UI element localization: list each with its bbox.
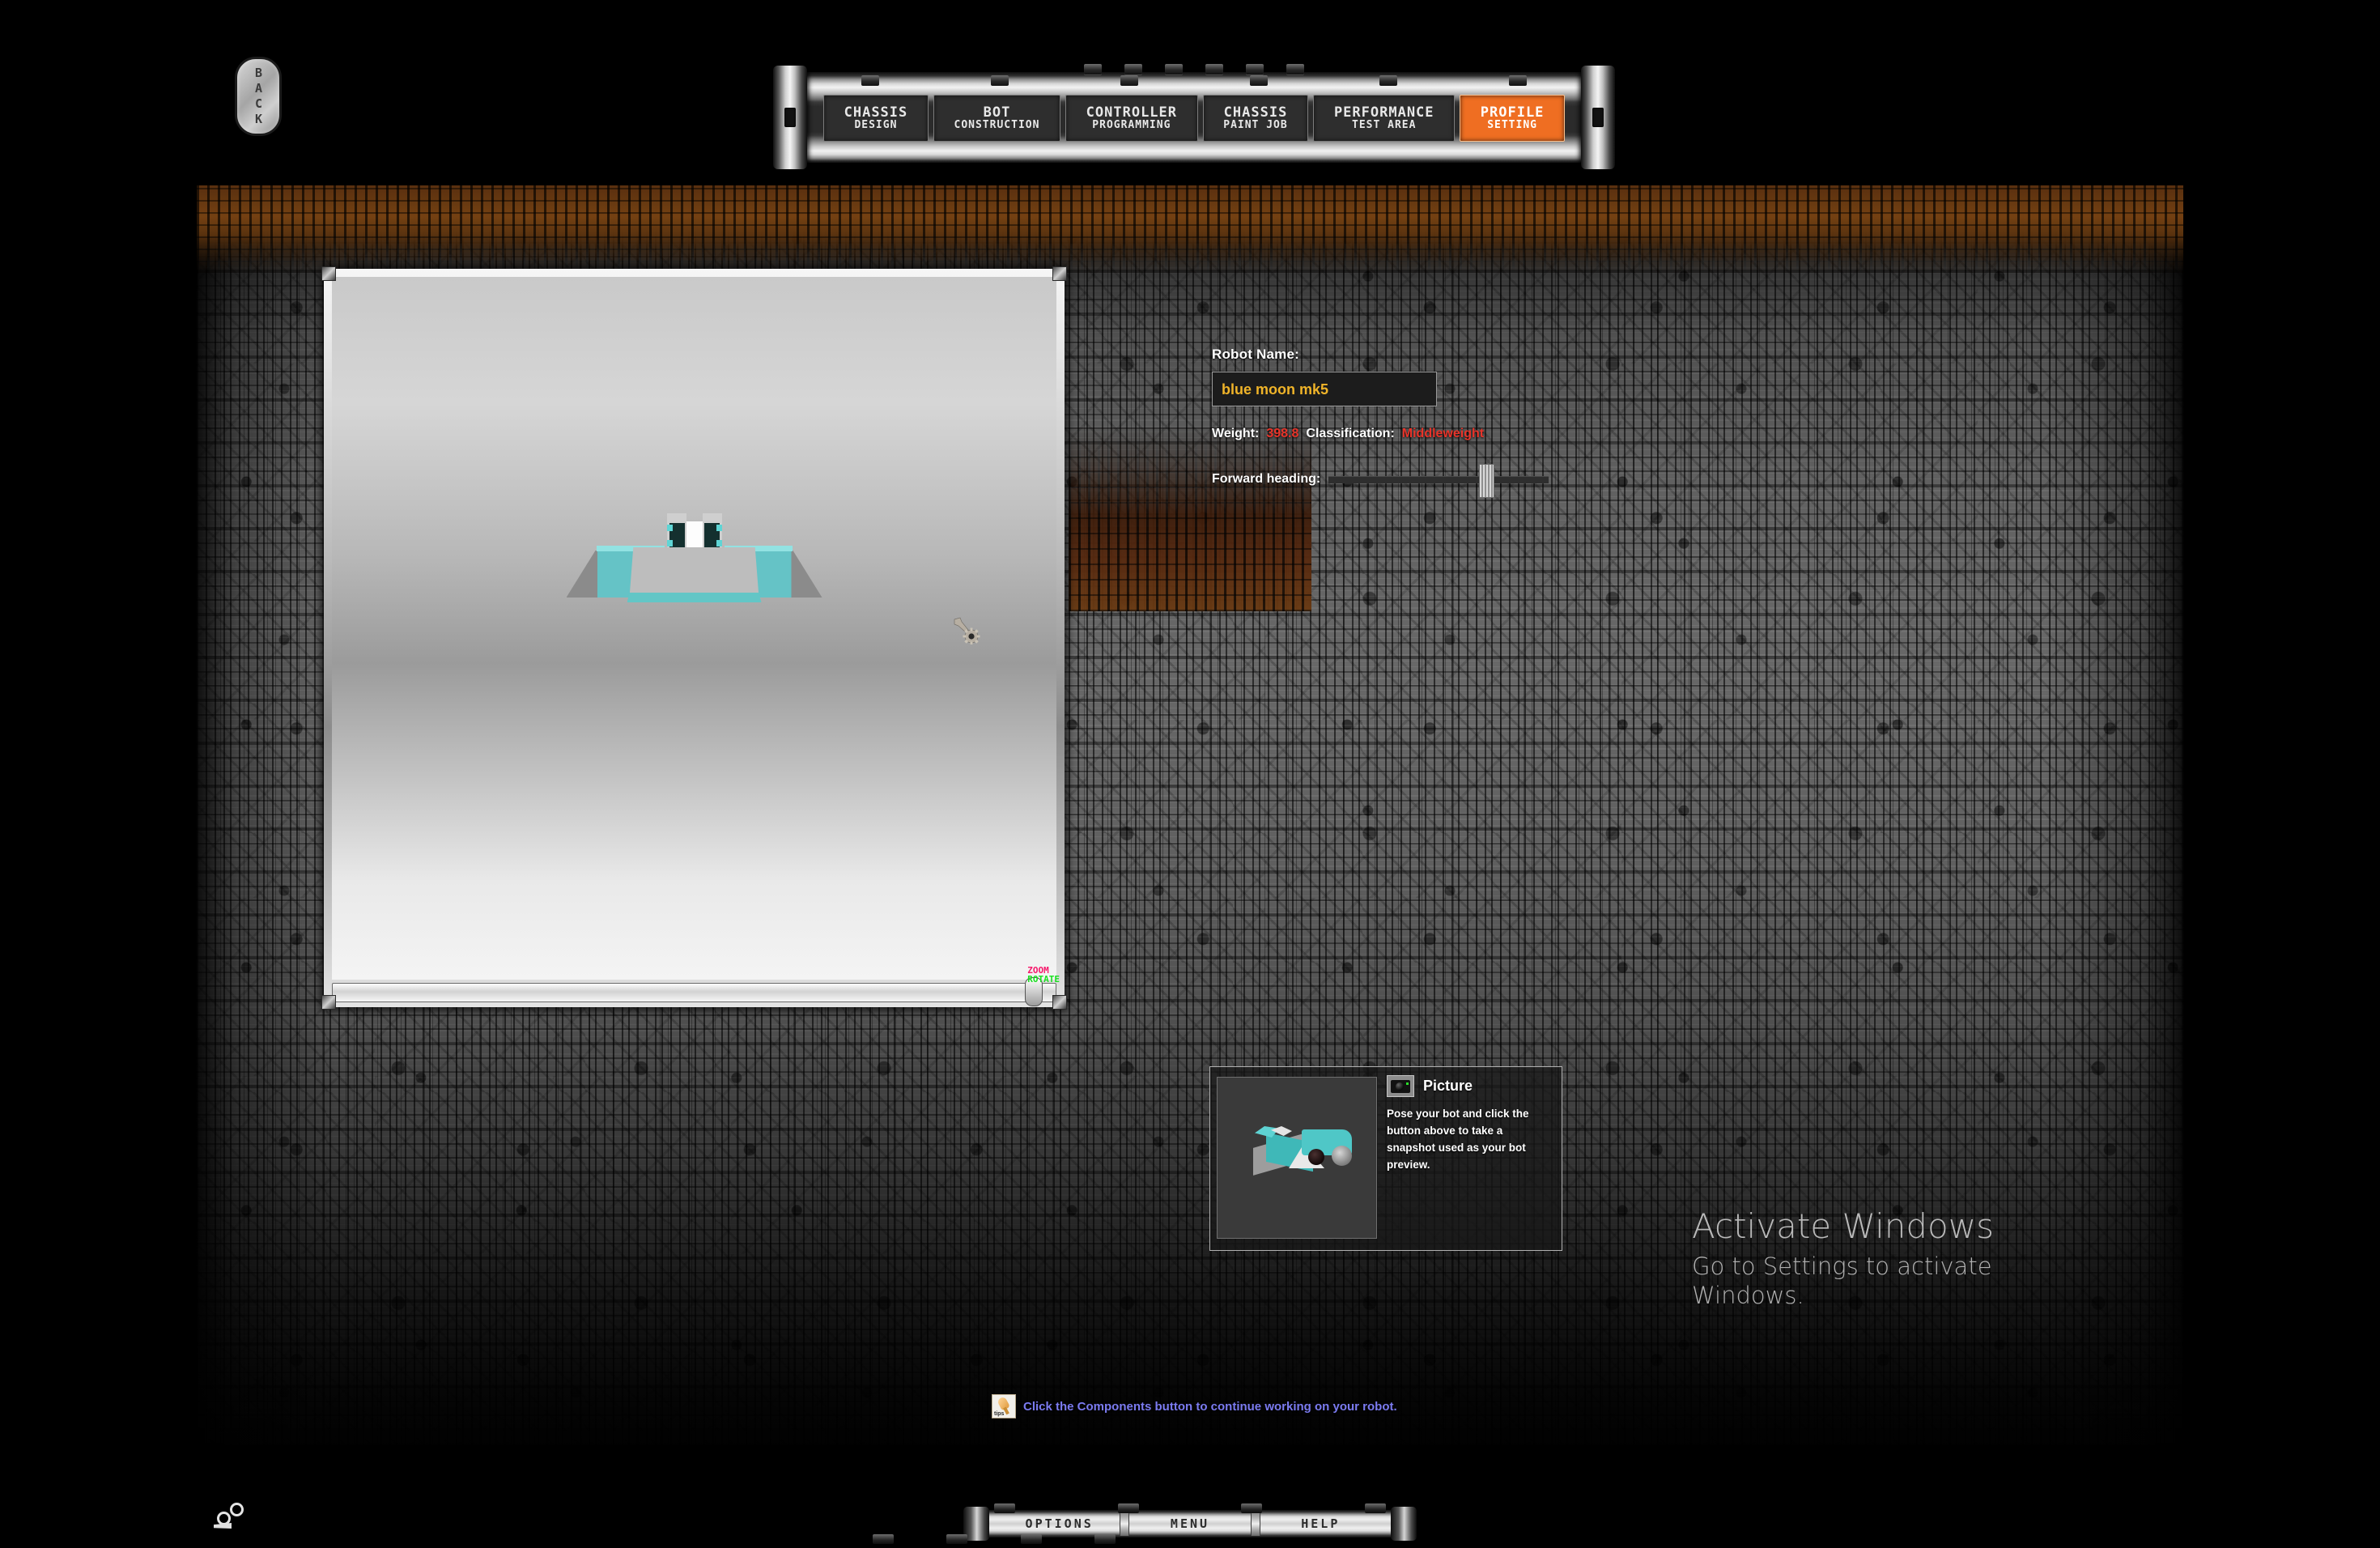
thumb-wheel-icon bbox=[1308, 1149, 1324, 1165]
bottom-menu-bar: OPTIONS MENU HELP bbox=[873, 1503, 1417, 1544]
bolt-icon bbox=[873, 1534, 894, 1544]
robot-chassis-lip bbox=[627, 593, 762, 602]
robot-name-input[interactable]: blue moon mk5 bbox=[1212, 372, 1437, 406]
picture-header: Picture bbox=[1387, 1075, 1473, 1097]
tab-label-line1: CHASSIS bbox=[1223, 104, 1288, 121]
robot-stats-row: Weight: 398.8 Classification: Middleweig… bbox=[1212, 427, 1552, 441]
tab-label-line1: PROFILE bbox=[1480, 104, 1545, 121]
tab-performance-test-area[interactable]: PERFORMANCE TEST AREA bbox=[1313, 95, 1456, 142]
robot-arm-accent bbox=[666, 540, 673, 546]
viewport-hint-rotate: ROTATE bbox=[1027, 974, 1060, 985]
tab-label-line1: CONTROLLER bbox=[1086, 104, 1178, 121]
back-button-label: BACK bbox=[251, 66, 266, 127]
tips-lightbulb-icon: tips bbox=[992, 1394, 1016, 1418]
viewport-zoom-slider[interactable] bbox=[332, 977, 1056, 1006]
robot-name-label: Robot Name: bbox=[1212, 347, 1299, 362]
tab-label-line2: PAINT JOB bbox=[1223, 119, 1288, 132]
robot-3d-model bbox=[566, 513, 822, 614]
viewport-corner-bolt bbox=[321, 266, 336, 281]
corner-decoration-icon bbox=[212, 1499, 253, 1536]
options-button[interactable]: OPTIONS bbox=[999, 1516, 1120, 1531]
camera-led bbox=[1406, 1082, 1409, 1085]
picture-panel: Picture Pose your bot and click the butt… bbox=[1209, 1066, 1562, 1251]
thumb-wheel-icon bbox=[1332, 1146, 1352, 1166]
camera-icon[interactable] bbox=[1387, 1075, 1414, 1097]
tab-bot-construction[interactable]: BOT CONSTRUCTION bbox=[933, 95, 1061, 142]
camera-body bbox=[1391, 1079, 1410, 1093]
viewport-corner-bolt bbox=[1052, 995, 1067, 1010]
picture-title: Picture bbox=[1423, 1078, 1473, 1094]
robot-profile-panel: Robot Name: blue moon mk5 Weight: 398.8 … bbox=[1212, 347, 1552, 498]
picture-description: Pose your bot and click the button above… bbox=[1387, 1108, 1529, 1171]
tab-label-line1: CHASSIS bbox=[844, 104, 908, 121]
main-navigation-bar: CHASSIS DESIGN BOT CONSTRUCTION CONTROLL… bbox=[773, 61, 1615, 174]
tab-label-line2: SETTING bbox=[1487, 119, 1537, 132]
viewport-corner-bolt bbox=[1052, 266, 1067, 281]
viewport-canvas[interactable] bbox=[332, 277, 1056, 980]
tab-chassis-design[interactable]: CHASSIS DESIGN bbox=[823, 95, 929, 142]
bottom-bar-endcap-left bbox=[963, 1507, 989, 1541]
forward-heading-slider-handle[interactable] bbox=[1479, 463, 1495, 498]
nav-endcap-left bbox=[773, 66, 807, 169]
help-button[interactable]: HELP bbox=[1260, 1516, 1381, 1531]
bot-preview-thumbnail bbox=[1217, 1077, 1377, 1239]
corner-tail bbox=[214, 1523, 232, 1529]
tab-controller-programming[interactable]: CONTROLLER PROGRAMMING bbox=[1065, 95, 1198, 142]
forward-heading-row: Forward heading: bbox=[1212, 463, 1552, 498]
menu-divider bbox=[1120, 1512, 1130, 1536]
tab-label-line1: PERFORMANCE bbox=[1333, 104, 1434, 121]
bottom-bar-endcap-right bbox=[1391, 1507, 1417, 1541]
tip-message: Click the Components button to continue … bbox=[1023, 1399, 1397, 1414]
robot-preview-viewport[interactable]: ZOOM ROTATE bbox=[321, 266, 1067, 1010]
robot-chassis-base bbox=[629, 547, 759, 598]
bottom-menu-items: OPTIONS MENU HELP bbox=[999, 1512, 1381, 1536]
wrench-gear-icon bbox=[954, 617, 980, 644]
viewport-corner-bolt bbox=[321, 995, 336, 1010]
corner-dot bbox=[230, 1503, 244, 1516]
weight-value: 398.8 bbox=[1266, 427, 1299, 440]
viewport-mouse-hint: ZOOM ROTATE bbox=[1027, 966, 1060, 985]
tips-icon-label: tips bbox=[994, 1411, 1005, 1417]
tab-label-line2: CONSTRUCTION bbox=[954, 119, 1040, 132]
tab-label-line2: TEST AREA bbox=[1352, 119, 1417, 132]
robot-arm-accent bbox=[666, 525, 673, 531]
weight-label: Weight: bbox=[1212, 427, 1260, 440]
rust-band-top bbox=[197, 185, 2183, 274]
tab-label-line1: BOT bbox=[983, 104, 1011, 121]
forward-heading-label: Forward heading: bbox=[1212, 472, 1321, 486]
tip-status-bar: tips Click the Components button to cont… bbox=[992, 1394, 1397, 1418]
tab-profile-setting[interactable]: PROFILE SETTING bbox=[1460, 95, 1566, 142]
back-button[interactable]: BACK bbox=[235, 57, 282, 136]
robot-arm-accent bbox=[716, 525, 722, 531]
camera-lens bbox=[1396, 1082, 1404, 1091]
nav-tab-list: CHASSIS DESIGN BOT CONSTRUCTION CONTROLL… bbox=[823, 95, 1566, 142]
classification-value: Middleweight bbox=[1401, 427, 1485, 440]
robot-arm-accent bbox=[716, 540, 722, 546]
tab-chassis-paint-job[interactable]: CHASSIS PAINT JOB bbox=[1202, 95, 1309, 142]
menu-divider bbox=[1250, 1512, 1260, 1536]
nav-endcap-right bbox=[1581, 66, 1615, 169]
menu-button[interactable]: MENU bbox=[1129, 1516, 1250, 1531]
classification-label: Classification: bbox=[1306, 427, 1395, 440]
tab-label-line2: PROGRAMMING bbox=[1092, 119, 1171, 132]
tab-label-line2: DESIGN bbox=[854, 119, 898, 132]
forward-heading-slider[interactable] bbox=[1328, 463, 1549, 498]
